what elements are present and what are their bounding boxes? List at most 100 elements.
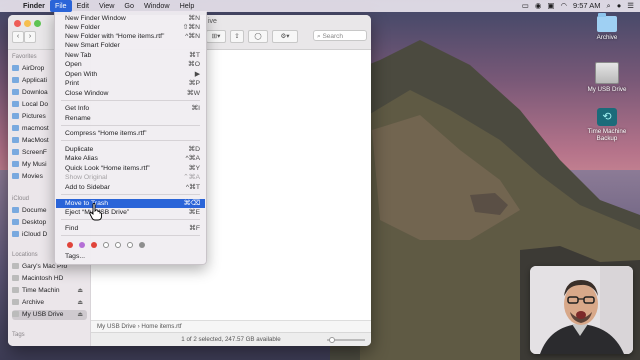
menu-item-shortcut: ⌘F — [189, 225, 200, 232]
menu-window[interactable]: Window — [139, 0, 175, 12]
menu-item-rename[interactable]: Rename — [56, 114, 205, 123]
action-button[interactable]: ⚙▾ — [272, 30, 298, 43]
menu-item-label: Get Info — [65, 105, 90, 112]
menu-help[interactable]: Help — [175, 0, 200, 12]
tag-red-dot[interactable] — [67, 242, 73, 248]
menu-go[interactable]: Go — [119, 0, 139, 12]
screen-mirror-icon[interactable]: ▭ — [522, 0, 529, 12]
close-window-button[interactable] — [14, 20, 21, 27]
group-by-button[interactable]: ⊞▾ — [206, 30, 226, 43]
menu-app-finder[interactable]: Finder — [18, 0, 50, 12]
status-text: 1 of 2 selected, 247.57 GB available — [181, 336, 281, 343]
sidebar-item-label: Downloa — [22, 89, 48, 96]
path-file[interactable]: Home items.rtf — [141, 323, 181, 330]
sidebar-item-label: My Musi — [22, 161, 47, 168]
menu-item-new-tab[interactable]: New Tab ⌘T — [56, 51, 205, 60]
tag-gray-dot[interactable] — [139, 242, 145, 248]
list-icon[interactable]: ☰ — [627, 0, 634, 12]
sidebar-item-label: MacMost — [22, 137, 49, 144]
back-button[interactable]: ‹ — [12, 31, 24, 43]
menu-item-label: New Folder with “Home items.rtf” — [65, 33, 165, 40]
menu-item-new-folder-with-selection[interactable]: New Folder with “Home items.rtf” ^⌘N — [56, 32, 205, 41]
desktop-icon — [12, 218, 19, 225]
tag-empty-dot[interactable] — [127, 242, 133, 248]
desktop-icon-usb-drive[interactable]: My USB Drive — [582, 62, 632, 93]
search-input[interactable]: ⌕ Search — [313, 30, 367, 41]
menu-view[interactable]: View — [94, 0, 119, 12]
menu-item-print[interactable]: Print ⌘P — [56, 79, 205, 88]
desktop-icon-label: My USB Drive — [587, 86, 627, 93]
menu-item-find[interactable]: Find ⌘F — [56, 224, 205, 233]
desktop-icon-archive[interactable]: Archive — [582, 13, 632, 41]
menu-item-new-finder-window[interactable]: New Finder Window ⌘N — [56, 14, 205, 23]
sidebar-item-label: Movies — [22, 173, 43, 180]
sidebar-item-label: Desktop — [22, 219, 47, 226]
camera-icon[interactable]: ▣ — [547, 0, 554, 12]
forward-button[interactable]: › — [24, 31, 36, 43]
menu-item-shortcut: ^⌘T — [185, 184, 200, 191]
eject-icon[interactable]: ⏏ — [77, 310, 83, 320]
share-button[interactable]: ⇪ — [230, 30, 244, 43]
zoom-window-button[interactable] — [34, 20, 41, 27]
window-title: ive — [208, 18, 217, 25]
search-icon[interactable]: ⌕ — [607, 0, 611, 12]
folder-icon — [597, 13, 617, 32]
tag-red-dot[interactable] — [91, 242, 97, 248]
menu-item-eject[interactable]: Eject “My USB Drive” ⌘E — [56, 208, 205, 217]
menu-item-shortcut: ⌘P — [188, 80, 200, 87]
wifi-icon[interactable]: ◠ — [560, 0, 567, 12]
menu-item-make-alias[interactable]: Make Alias ^⌘A — [56, 154, 205, 163]
menu-item-duplicate[interactable]: Duplicate ⌘D — [56, 145, 205, 154]
desktop-icon-time-machine[interactable]: ⟲ Time Machine Backup — [582, 108, 632, 142]
tag-button[interactable]: ◯ — [248, 30, 268, 43]
airdrop-icon — [12, 64, 19, 71]
menu-item-open[interactable]: Open ⌘O — [56, 60, 205, 69]
path-drive[interactable]: My USB Drive — [97, 323, 136, 330]
menu-item-label: Open — [65, 61, 82, 68]
menu-item-quick-look[interactable]: Quick Look “Home items.rtf” ⌘Y — [56, 164, 205, 173]
menu-item-shortcut: ⌘T — [189, 52, 200, 59]
menu-item-compress[interactable]: Compress “Home items.rtf” — [56, 129, 205, 138]
sidebar-item-label: Pictures — [22, 113, 46, 120]
tag-purple-dot[interactable] — [79, 242, 85, 248]
eject-icon[interactable]: ⏏ — [77, 286, 83, 296]
menu-item-new-smart-folder[interactable]: New Smart Folder — [56, 41, 205, 50]
record-icon[interactable]: ◉ — [535, 0, 542, 12]
menu-item-open-with[interactable]: Open With ▶ — [56, 70, 205, 79]
menu-item-get-info[interactable]: Get Info ⌘I — [56, 104, 205, 113]
menu-item-shortcut: ⌃⌘A — [182, 174, 200, 181]
menu-file[interactable]: File — [49, 0, 72, 12]
sidebar-item-macintosh-hd[interactable]: Macintosh HD — [12, 274, 87, 284]
pictures-icon — [12, 112, 19, 119]
menu-item-shortcut: ⇧⌘N — [182, 24, 200, 31]
folder-icon — [12, 160, 19, 167]
siri-icon[interactable]: ● — [617, 0, 622, 12]
menu-separator — [61, 194, 200, 195]
tag-empty-dot[interactable] — [103, 242, 109, 248]
clock[interactable]: 9:57 AM — [573, 0, 601, 12]
minimize-window-button[interactable] — [24, 20, 31, 27]
menu-item-tags[interactable]: Tags... — [56, 252, 205, 261]
sidebar-item-label: Macintosh HD — [22, 275, 64, 282]
menu-item-close-window[interactable]: Close Window ⌘W — [56, 89, 205, 98]
menu-item-shortcut: ⌘⌫ — [183, 200, 200, 207]
menu-item-shortcut: ⌘E — [188, 209, 200, 216]
sidebar-item-label: macmost — [22, 125, 49, 132]
eject-icon[interactable]: ⏏ — [77, 298, 83, 308]
menu-item-new-folder[interactable]: New Folder ⇧⌘N — [56, 23, 205, 32]
sidebar-item-my-usb-drive[interactable]: My USB Drive ⏏ — [12, 310, 87, 320]
sidebar-item-label: My USB Drive — [22, 311, 64, 318]
icon-size-slider[interactable] — [327, 337, 365, 343]
menu-item-add-to-sidebar[interactable]: Add to Sidebar ^⌘T — [56, 183, 205, 192]
menu-item-shortcut: ⌘W — [186, 90, 200, 97]
tag-empty-dot[interactable] — [115, 242, 121, 248]
folder-icon — [12, 148, 19, 155]
sidebar-item-time-machine[interactable]: Time Machin ⏏ — [12, 286, 87, 296]
path-bar: My USB Drive › Home items.rtf — [91, 320, 371, 332]
menu-item-label: Show Original — [65, 174, 108, 181]
sidebar-item-archive[interactable]: Archive ⏏ — [12, 298, 87, 308]
menu-item-move-to-trash[interactable]: Move to Trash ⌘⌫ — [56, 199, 205, 208]
menu-edit[interactable]: Edit — [72, 0, 94, 12]
menu-item-show-original: Show Original ⌃⌘A — [56, 173, 205, 182]
sidebar-item-label: Local Do — [22, 101, 49, 108]
